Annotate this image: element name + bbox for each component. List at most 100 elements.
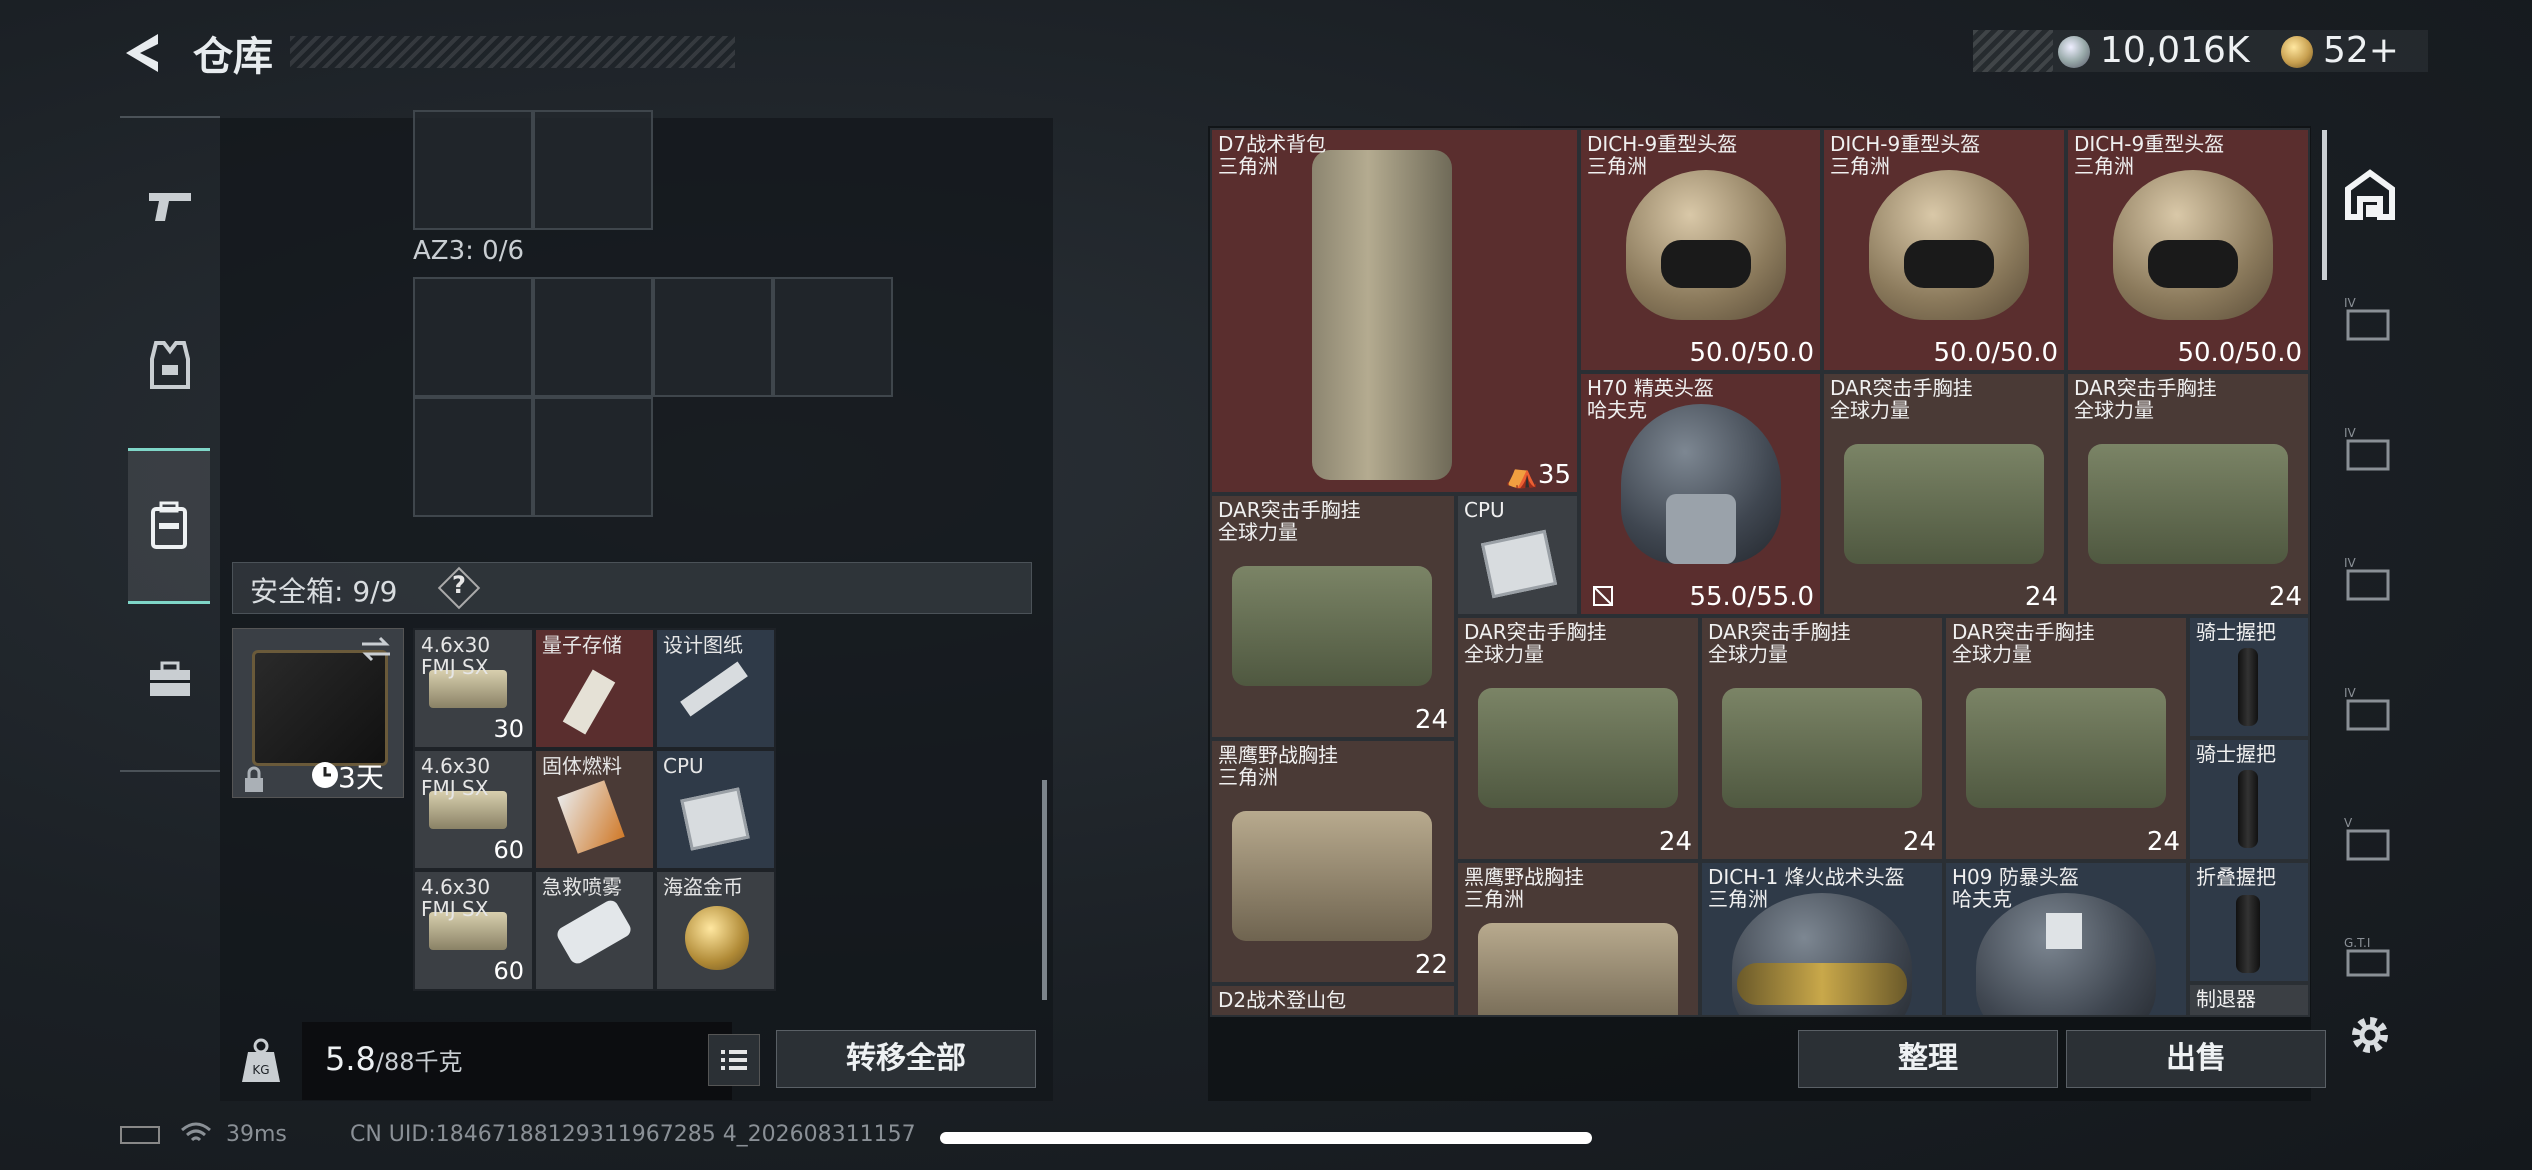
az3-slot[interactable]: [773, 277, 893, 397]
stash-item[interactable]: DAR突击手胸挂 全球力量 24: [1944, 616, 2188, 861]
storage-tab[interactable]: V: [2320, 788, 2420, 888]
chest-rig-image: [1722, 688, 1922, 808]
safe-item[interactable]: 4.6x30 FMJ SX 30: [413, 628, 534, 749]
solid-fuel-image: [557, 780, 625, 854]
stash-item[interactable]: 黑鹰野战胸挂 三角洲 22: [1210, 739, 1456, 984]
item-durability: 50.0/50.0: [1933, 338, 2058, 368]
stash-item[interactable]: D2战术登山包: [1210, 984, 1456, 1017]
storage-tab[interactable]: IV: [2320, 658, 2420, 758]
backpack-slot[interactable]: [413, 110, 533, 230]
stash-item[interactable]: CPU: [1456, 494, 1579, 616]
safe-item[interactable]: 4.6x30 FMJ SX 60: [413, 749, 534, 870]
item-faction: 全球力量: [1830, 398, 1910, 422]
stash-item[interactable]: DAR突击手胸挂 全球力量 24: [1456, 616, 1700, 861]
quantum-storage-image: [562, 669, 616, 735]
settings-tab[interactable]: [2320, 985, 2420, 1085]
token-amount[interactable]: 52+: [2323, 30, 2399, 71]
item-faction: 哈夫克: [1587, 398, 1647, 422]
item-name: 设计图纸: [663, 633, 743, 657]
svg-text:IV: IV: [2344, 296, 2357, 310]
az3-slot[interactable]: [533, 277, 653, 397]
safe-item[interactable]: 急救喷雾: [534, 870, 655, 991]
stash-item[interactable]: H70 精英头盔 哈夫克 55.0/55.0: [1579, 372, 1822, 616]
item-name: CPU: [1464, 498, 1505, 522]
item-name: DAR突击手胸挂: [1708, 620, 1851, 644]
chest-rig-image: [1478, 923, 1678, 1015]
item-count: 30: [493, 715, 524, 743]
blueprint-image: [680, 661, 748, 717]
stash-item[interactable]: 骑士握把: [2188, 616, 2310, 738]
safe-item[interactable]: 设计图纸: [655, 628, 776, 749]
item-faction: 三角洲: [1830, 154, 1890, 178]
item-name: DAR突击手胸挂: [2074, 376, 2217, 400]
safe-item[interactable]: 固体燃料: [534, 749, 655, 870]
stash-item[interactable]: DAR突击手胸挂 全球力量 24: [1210, 494, 1456, 739]
stash-item[interactable]: DAR突击手胸挂 全球力量 24: [1700, 616, 1944, 861]
safe-item[interactable]: CPU: [655, 749, 776, 870]
transfer-all-button[interactable]: 转移全部: [776, 1030, 1036, 1088]
cpu-image: [1480, 529, 1558, 599]
item-capacity: 24: [2024, 582, 2058, 612]
stash-item[interactable]: 折叠握把: [2188, 861, 2310, 983]
backpack-slot[interactable]: [533, 110, 653, 230]
sell-button[interactable]: 出售: [2066, 1030, 2326, 1088]
storage-tab[interactable]: IV: [2320, 528, 2420, 628]
item-name: 海盗金币: [663, 875, 743, 899]
stash-item[interactable]: DAR突击手胸挂 全球力量 24: [1822, 372, 2066, 616]
item-name: DICH-9重型头盔: [2074, 132, 2225, 156]
az3-slot[interactable]: [533, 397, 653, 517]
safe-item[interactable]: 海盗金币: [655, 870, 776, 991]
helmet-mount: [2046, 913, 2082, 949]
sort-button[interactable]: 整理: [1798, 1030, 2058, 1088]
item-capacity: 22: [1414, 950, 1448, 980]
stash-item[interactable]: DICH-9重型头盔 三角洲 50.0/50.0: [1579, 128, 1822, 372]
grip-image: [2238, 770, 2258, 848]
item-name: 4.6x30 FMJ SX: [421, 633, 491, 679]
safe-item[interactable]: 量子存储: [534, 628, 655, 749]
az3-slot[interactable]: [413, 397, 533, 517]
chest-rig-image: [1232, 566, 1432, 686]
storage-tab-4-icon: IV: [2344, 686, 2390, 731]
item-capacity: 24: [1658, 827, 1692, 857]
nav-weapons[interactable]: [130, 155, 210, 255]
stash-item[interactable]: 骑士握把: [2188, 738, 2310, 861]
storage-tab[interactable]: IV: [2320, 268, 2420, 368]
left-panel-scrollbar[interactable]: [1042, 780, 1047, 1000]
item-faction: 全球力量: [1464, 642, 1544, 666]
stash-item[interactable]: DICH-9重型头盔 三角洲 50.0/50.0: [2066, 128, 2310, 372]
item-count: 60: [493, 957, 524, 985]
item-name: DICH-9重型头盔: [1587, 132, 1738, 156]
item-faction: 三角洲: [1464, 887, 1524, 911]
weight-icon: KG: [242, 1038, 280, 1082]
item-durability: 50.0/50.0: [1689, 338, 1814, 368]
nav-armor[interactable]: [130, 315, 210, 415]
chest-rig-image: [1966, 688, 2166, 808]
az3-slot[interactable]: [413, 277, 533, 397]
storage-tab-6-icon: G.T.I: [2344, 936, 2390, 977]
safe-item[interactable]: 4.6x30 FMJ SX 60: [413, 870, 534, 991]
stash-item[interactable]: 制退器: [2188, 983, 2310, 1017]
battery-icon: [120, 1126, 160, 1144]
storage-tab[interactable]: IV: [2320, 398, 2420, 498]
nav-toolbox[interactable]: [130, 630, 210, 730]
swap-icon[interactable]: [358, 634, 394, 664]
stash-item[interactable]: 黑鹰野战胸挂 三角洲: [1456, 861, 1700, 1017]
item-name: H70 精英头盔: [1587, 376, 1714, 400]
grip-image: [2238, 648, 2258, 726]
nav-backpack[interactable]: [128, 448, 210, 604]
list-view-button[interactable]: [708, 1034, 760, 1086]
back-arrow-icon[interactable]: [118, 28, 168, 78]
item-name: DAR突击手胸挂: [1952, 620, 2095, 644]
silver-coin-icon: [2058, 36, 2090, 68]
az3-slot[interactable]: [653, 277, 773, 397]
stash-item[interactable]: DICH-9重型头盔 三角洲 50.0/50.0: [1822, 128, 2066, 372]
item-name: DICH-1 烽火战术头盔: [1708, 865, 1905, 889]
az3-capacity-label: AZ3: 0/6: [413, 236, 525, 266]
home-indicator[interactable]: [940, 1132, 1592, 1144]
item-name: DICH-9重型头盔: [1830, 132, 1981, 156]
stash-item[interactable]: DAR突击手胸挂 全球力量 24: [2066, 372, 2310, 616]
stash-home-tab[interactable]: [2320, 145, 2420, 245]
stash-item[interactable]: H09 防暴头盔 哈夫克: [1944, 861, 2188, 1017]
stash-item[interactable]: DICH-1 烽火战术头盔 三角洲: [1700, 861, 1944, 1017]
stash-item[interactable]: D7战术背包 三角洲 ⛺35: [1210, 128, 1579, 494]
